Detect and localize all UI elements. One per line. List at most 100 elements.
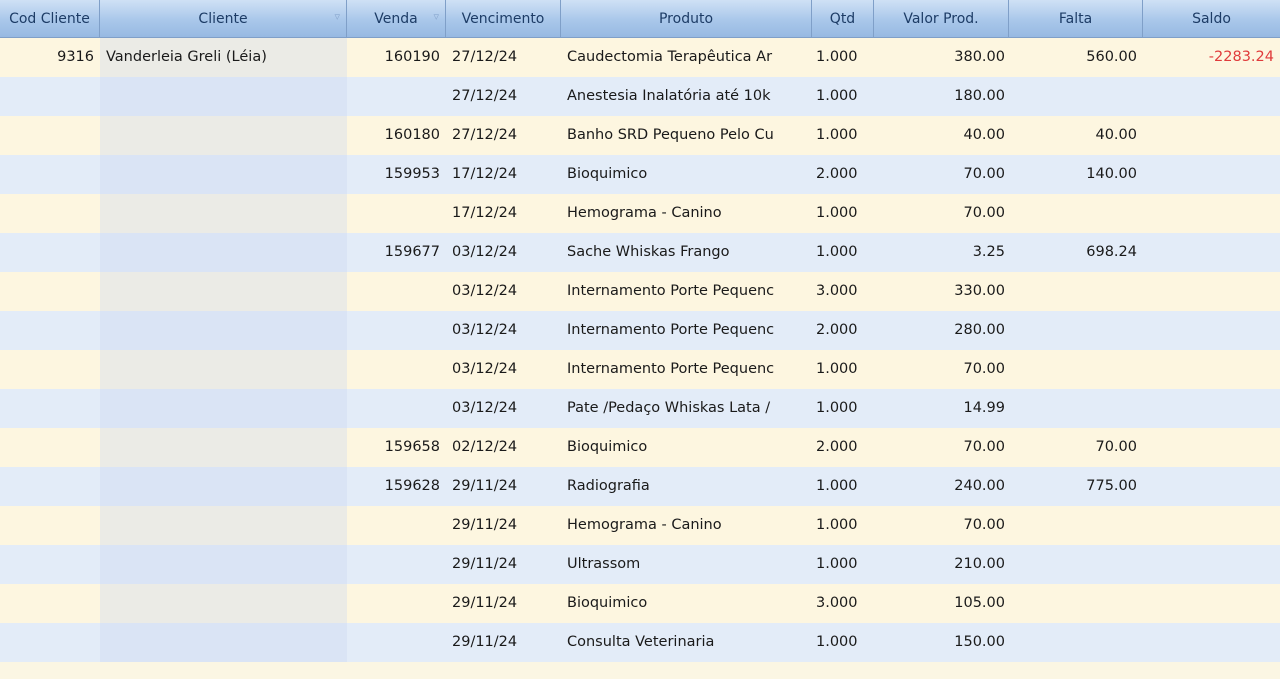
cell-falta[interactable] — [1009, 194, 1143, 233]
cell-cliente[interactable] — [100, 194, 347, 233]
cell-venda[interactable]: 159628 — [347, 467, 446, 506]
cell-cod-cliente[interactable] — [0, 272, 100, 311]
column-header-cod-cliente[interactable]: Cod Cliente — [0, 0, 100, 38]
cell-cliente[interactable] — [100, 623, 347, 662]
cell-qtd[interactable]: 2.000 — [812, 311, 874, 350]
cell-qtd[interactable]: 1.000 — [812, 38, 874, 77]
column-header-saldo[interactable]: Saldo — [1143, 0, 1280, 38]
cell-cliente[interactable] — [100, 233, 347, 272]
cell-cod-cliente[interactable] — [0, 623, 100, 662]
cell-venda[interactable] — [347, 584, 446, 623]
cell-venda[interactable] — [347, 623, 446, 662]
cell-vencimento[interactable]: 02/12/24 — [446, 428, 561, 467]
cell-qtd[interactable]: 1.000 — [812, 350, 874, 389]
cell-saldo[interactable] — [1143, 116, 1280, 155]
cell-venda[interactable] — [347, 194, 446, 233]
cell-vencimento[interactable]: 03/12/24 — [446, 389, 561, 428]
cell-valor-prod[interactable]: 70.00 — [874, 428, 1009, 467]
cell-venda[interactable]: 160190 — [347, 38, 446, 77]
cell-saldo[interactable] — [1143, 584, 1280, 623]
cell-vencimento[interactable]: 27/12/24 — [446, 77, 561, 116]
cell-vencimento[interactable]: 29/11/24 — [446, 506, 561, 545]
cell-produto[interactable]: Bioquimico — [561, 428, 812, 467]
cell-falta[interactable] — [1009, 272, 1143, 311]
cell-valor-prod[interactable]: 3.25 — [874, 233, 1009, 272]
cell-qtd[interactable]: 1.000 — [812, 467, 874, 506]
cell-venda[interactable]: 159953 — [347, 155, 446, 194]
cell-saldo[interactable] — [1143, 155, 1280, 194]
cell-venda[interactable] — [347, 389, 446, 428]
cell-produto[interactable]: Sache Whiskas Frango — [561, 233, 812, 272]
cell-produto[interactable]: Caudectomia Terapêutica Ar — [561, 38, 812, 77]
table-row[interactable]: 29/11/24 Hemograma - Canino 1.000 70.00 — [0, 506, 1280, 545]
cell-cod-cliente[interactable] — [0, 506, 100, 545]
cell-produto[interactable]: Anestesia Inalatória até 10k — [561, 77, 812, 116]
cell-saldo[interactable] — [1143, 545, 1280, 584]
cell-saldo[interactable] — [1143, 311, 1280, 350]
cell-qtd[interactable]: 1.000 — [812, 194, 874, 233]
cell-cliente[interactable] — [100, 311, 347, 350]
cell-valor-prod[interactable]: 14.99 — [874, 389, 1009, 428]
column-header-produto[interactable]: Produto — [561, 0, 812, 38]
cell-produto[interactable]: Internamento Porte Pequenc — [561, 272, 812, 311]
cell-cliente[interactable] — [100, 350, 347, 389]
cell-cliente[interactable] — [100, 116, 347, 155]
cell-vencimento[interactable]: 29/11/24 — [446, 623, 561, 662]
cell-cod-cliente[interactable] — [0, 155, 100, 194]
cell-qtd[interactable]: 1.000 — [812, 389, 874, 428]
cell-saldo[interactable] — [1143, 350, 1280, 389]
cell-vencimento[interactable]: 03/12/24 — [446, 272, 561, 311]
cell-cod-cliente[interactable] — [0, 545, 100, 584]
cell-valor-prod[interactable]: 40.00 — [874, 116, 1009, 155]
cell-produto[interactable]: Ultrassom — [561, 545, 812, 584]
table-row[interactable]: 03/12/24 Pate /Pedaço Whiskas Lata /1.000… — [0, 389, 1280, 428]
cell-produto[interactable]: Bioquimico — [561, 584, 812, 623]
cell-qtd[interactable]: 3.000 — [812, 584, 874, 623]
cell-cod-cliente[interactable] — [0, 116, 100, 155]
cell-cod-cliente[interactable] — [0, 389, 100, 428]
cell-produto[interactable]: Bioquimico — [561, 155, 812, 194]
cell-qtd[interactable]: 1.000 — [812, 116, 874, 155]
column-header-falta[interactable]: Falta — [1009, 0, 1143, 38]
cell-cliente[interactable] — [100, 506, 347, 545]
cell-produto[interactable]: Internamento Porte Pequenc — [561, 311, 812, 350]
cell-qtd[interactable]: 1.000 — [812, 623, 874, 662]
cell-valor-prod[interactable]: 70.00 — [874, 350, 1009, 389]
table-row[interactable]: 9316 Vanderleia Greli (Léia) 160190 27/12/2… — [0, 38, 1280, 77]
cell-vencimento[interactable]: 29/11/24 — [446, 467, 561, 506]
cell-venda[interactable] — [347, 545, 446, 584]
cell-saldo[interactable] — [1143, 233, 1280, 272]
cell-falta[interactable]: 775.00 — [1009, 467, 1143, 506]
cell-venda[interactable] — [347, 350, 446, 389]
cell-valor-prod[interactable]: 180.00 — [874, 77, 1009, 116]
table-row[interactable]: 160180 27/12/24 Banho SRD Pequeno Pelo Cu 1… — [0, 116, 1280, 155]
cell-saldo[interactable] — [1143, 467, 1280, 506]
cell-falta[interactable] — [1009, 506, 1143, 545]
cell-valor-prod[interactable]: 380.00 — [874, 38, 1009, 77]
cell-qtd[interactable]: 2.000 — [812, 155, 874, 194]
cell-venda[interactable]: 159658 — [347, 428, 446, 467]
column-header-valor-prod[interactable]: Valor Prod. — [874, 0, 1009, 38]
cell-falta[interactable]: 70.00 — [1009, 428, 1143, 467]
cell-saldo[interactable] — [1143, 389, 1280, 428]
cell-falta[interactable] — [1009, 350, 1143, 389]
cell-cliente[interactable] — [100, 428, 347, 467]
cell-venda[interactable] — [347, 272, 446, 311]
cell-vencimento[interactable]: 03/12/24 — [446, 233, 561, 272]
cell-vencimento[interactable]: 27/12/24 — [446, 116, 561, 155]
cell-qtd[interactable]: 1.000 — [812, 545, 874, 584]
cell-qtd[interactable]: 1.000 — [812, 506, 874, 545]
cell-cod-cliente[interactable] — [0, 77, 100, 116]
table-row[interactable]: 29/11/24 Consulta Veterinaria 1.000 150.00 — [0, 623, 1280, 662]
cell-saldo[interactable] — [1143, 77, 1280, 116]
cell-saldo[interactable] — [1143, 428, 1280, 467]
table-row[interactable]: 159628 29/11/24 Radiografia 1.000 240.00 775.… — [0, 467, 1280, 506]
cell-produto[interactable]: Pate /Pedaço Whiskas Lata / — [561, 389, 812, 428]
cell-vencimento[interactable]: 17/12/24 — [446, 194, 561, 233]
cell-produto[interactable]: Hemograma - Canino — [561, 506, 812, 545]
cell-vencimento[interactable]: 29/11/24 — [446, 584, 561, 623]
cell-cliente[interactable]: Vanderleia Greli (Léia) — [100, 38, 347, 77]
cell-falta[interactable] — [1009, 545, 1143, 584]
table-row[interactable]: 159953 17/12/24 Bioquimico 2.000 70.00 140.00 — [0, 155, 1280, 194]
cell-cod-cliente[interactable] — [0, 194, 100, 233]
